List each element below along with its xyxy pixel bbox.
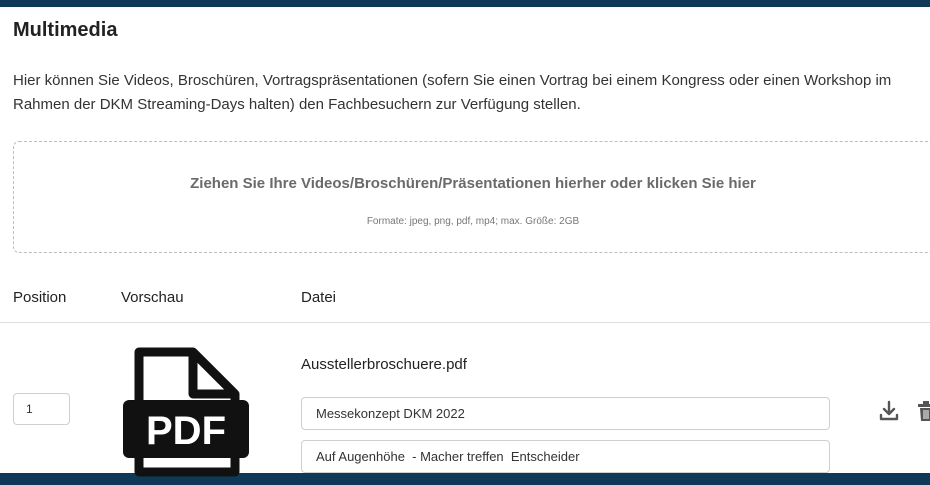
column-header-position: Position	[13, 289, 67, 306]
column-header-file: Datei	[301, 289, 337, 306]
table-divider	[0, 322, 930, 323]
upload-dropzone[interactable]: Ziehen Sie Ihre Videos/Broschüren/Präsen…	[13, 141, 930, 253]
trash-icon[interactable]	[916, 400, 930, 422]
section-title: Multimedia	[13, 19, 118, 41]
column-header-preview: Vorschau	[121, 289, 184, 306]
multimedia-panel: Multimedia Hier können Sie Videos, Brosc…	[0, 7, 930, 477]
intro-text: Hier können Sie Videos, Broschüren, Vort…	[13, 72, 892, 113]
file-name: Ausstellerbroschuere.pdf	[301, 356, 467, 373]
download-icon[interactable]	[878, 400, 900, 422]
pdf-label: PDF	[146, 409, 226, 453]
dropzone-formats: Formate: jpeg, png, pdf, mp4; max. Größe…	[366, 216, 580, 227]
file-title-input[interactable]	[301, 397, 830, 430]
dropzone-title: Ziehen Sie Ihre Videos/Broschüren/Präsen…	[190, 175, 756, 192]
file-description-input[interactable]	[301, 440, 830, 473]
pdf-file-icon: PDF	[121, 346, 251, 480]
position-input[interactable]	[13, 393, 70, 425]
